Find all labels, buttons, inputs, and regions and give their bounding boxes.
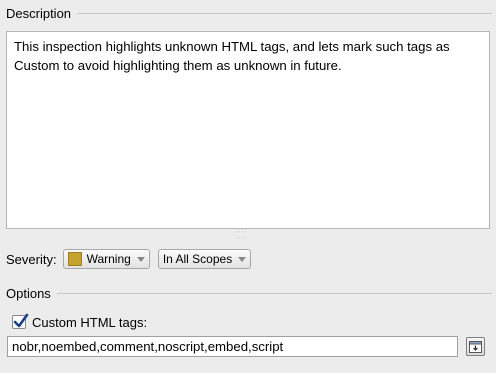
resize-grip-icon[interactable]: ⋅⋅⋅⋅ ⋅⋅⋅⋅ [236, 230, 248, 242]
severity-row: Severity: Warning In All Scopes [6, 248, 259, 270]
chevron-down-icon [238, 256, 247, 262]
browse-icon [469, 341, 482, 353]
browse-button[interactable] [466, 337, 485, 356]
options-section-header: Options [6, 284, 492, 302]
options-title: Options [6, 285, 51, 301]
scope-dropdown[interactable]: In All Scopes [157, 249, 252, 269]
custom-tags-input[interactable] [7, 336, 458, 357]
severity-label: Severity: [6, 251, 57, 267]
severity-dropdown[interactable]: Warning [62, 249, 150, 269]
description-text: This inspection highlights unknown HTML … [14, 39, 450, 73]
custom-tags-checkbox[interactable] [12, 313, 29, 329]
custom-tags-label: Custom HTML tags: [32, 314, 148, 330]
scope-value: In All Scopes [162, 252, 233, 266]
warning-color-icon [67, 252, 82, 266]
section-divider [77, 13, 492, 14]
severity-value: Warning [86, 252, 131, 266]
chevron-down-icon [136, 256, 145, 262]
checkmark-icon [13, 313, 29, 328]
description-section-header: Description [6, 4, 492, 22]
custom-tags-option[interactable]: Custom HTML tags: [12, 313, 147, 331]
description-panel: This inspection highlights unknown HTML … [6, 31, 490, 229]
section-divider [56, 293, 492, 294]
description-title: Description [6, 5, 72, 21]
